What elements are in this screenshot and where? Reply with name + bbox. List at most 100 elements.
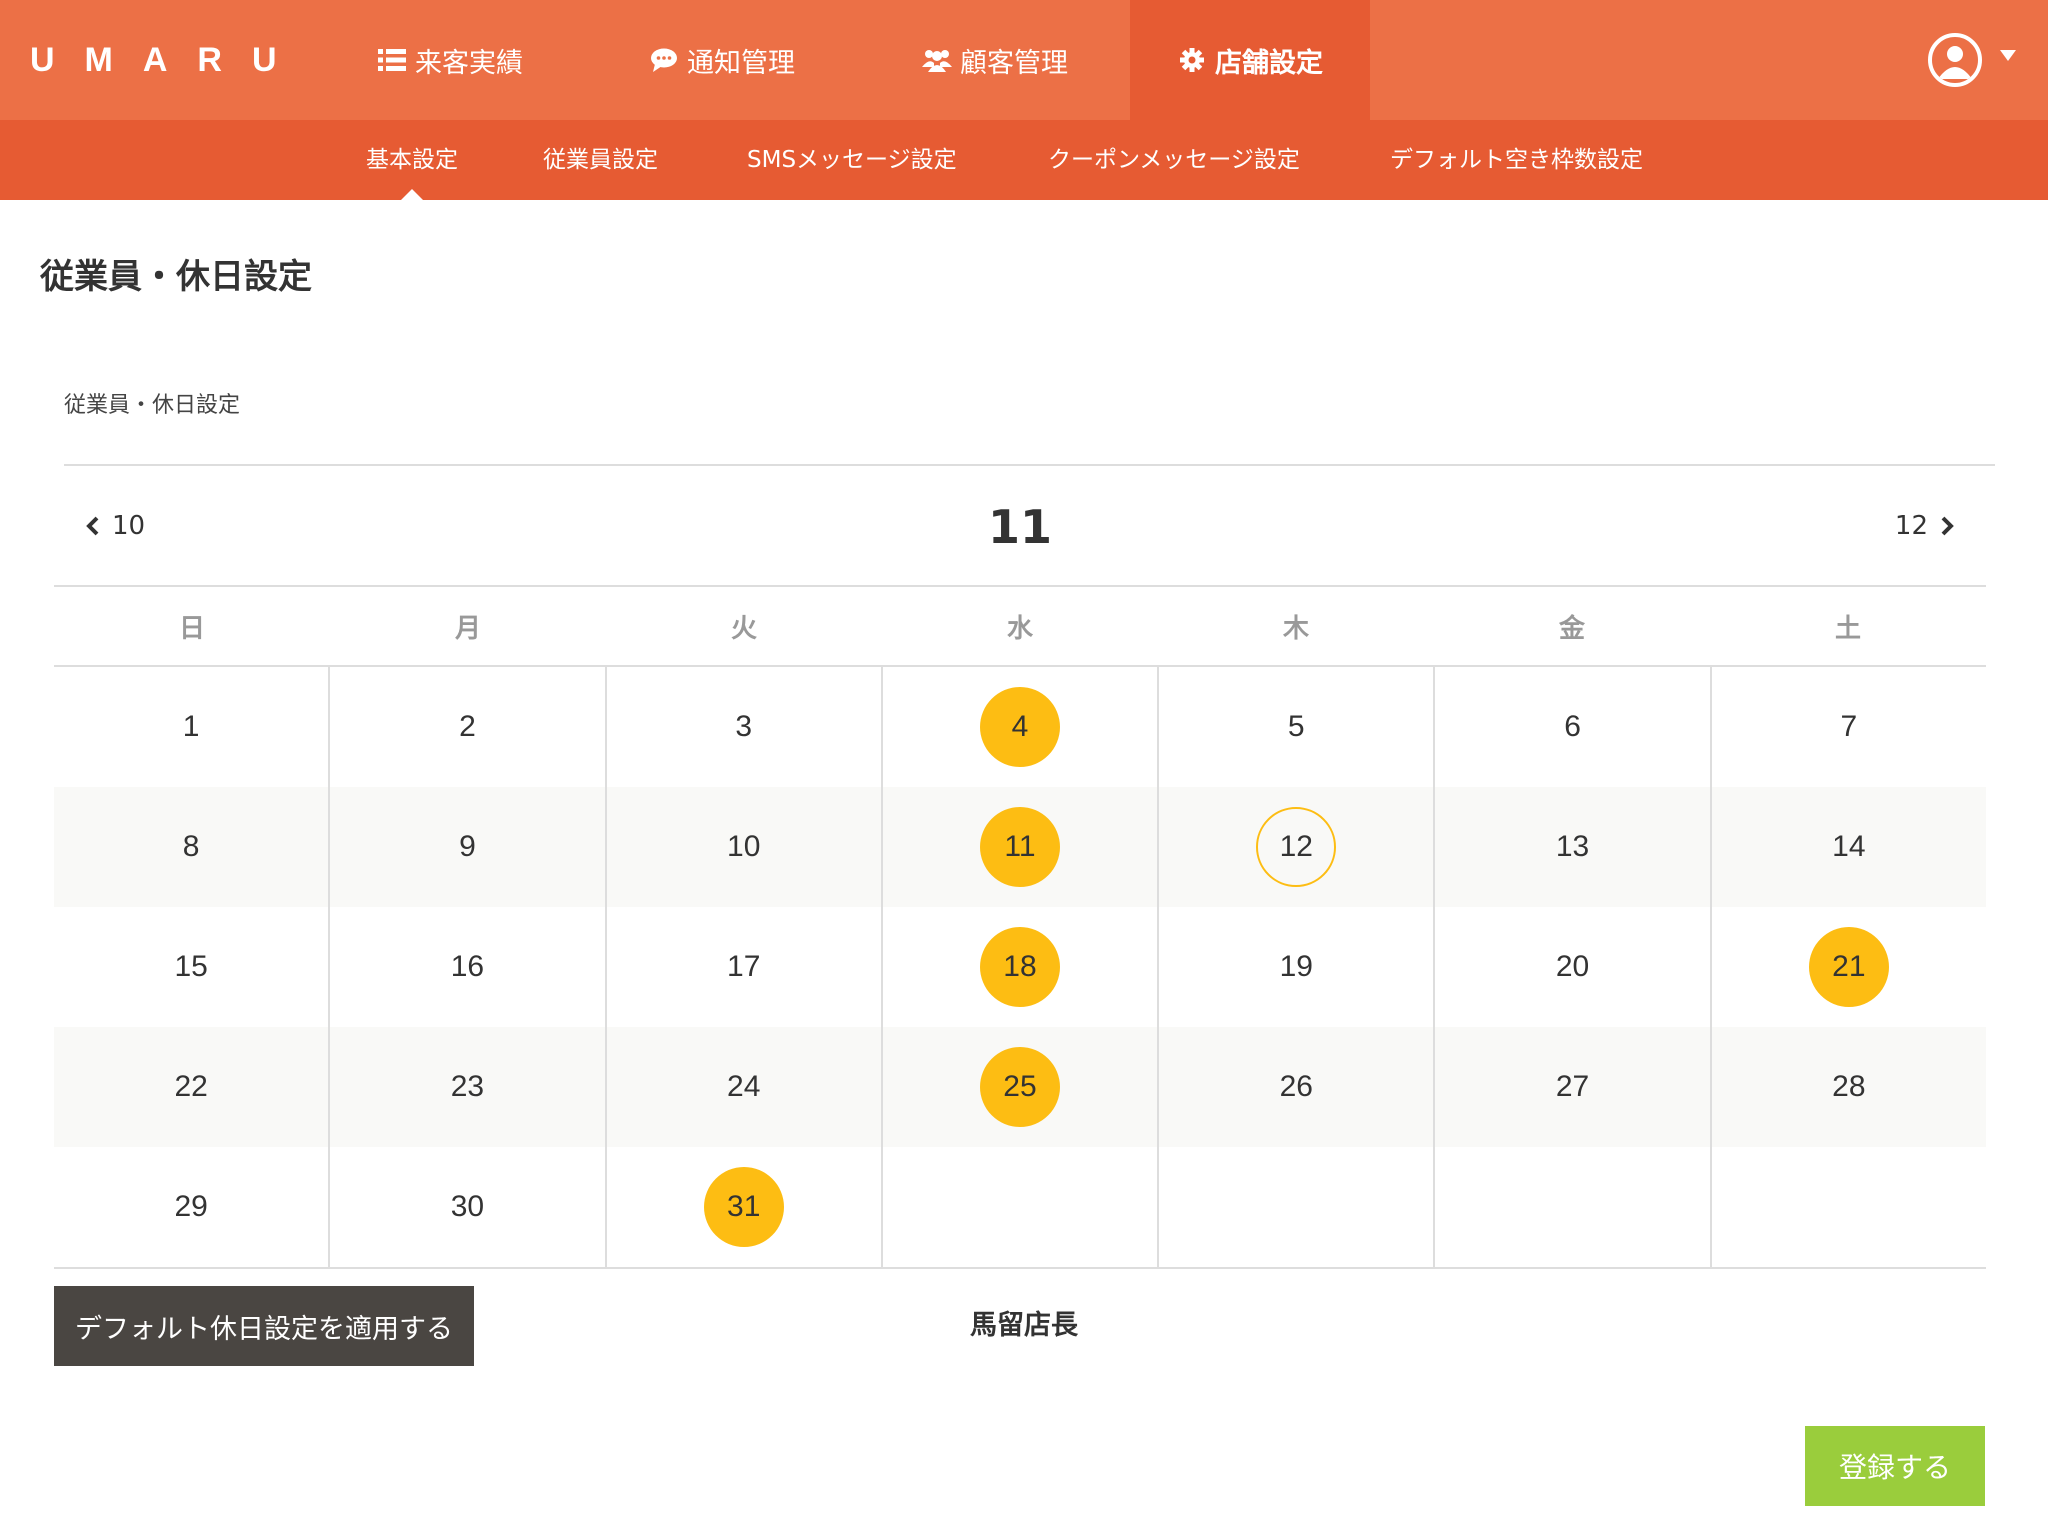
calendar-day-cell: [1157, 1147, 1433, 1267]
calendar-day-cell[interactable]: 11: [880, 787, 1157, 907]
calendar-day-cell[interactable]: 13: [1433, 787, 1709, 907]
apply-default-holidays-button[interactable]: デフォルト休日設定を適用する: [54, 1286, 474, 1366]
weekday-tue: 火: [730, 613, 757, 644]
calendar-day-cell[interactable]: 27: [1433, 1027, 1709, 1147]
day-number: 10: [727, 830, 761, 863]
page-title: 従業員・休日設定: [40, 257, 312, 297]
holiday-day-number: 31: [703, 1167, 784, 1247]
nav-item-visit-results[interactable]: 来客実績: [350, 0, 550, 120]
nav-item-label: 通知管理: [687, 47, 795, 79]
divider: [64, 464, 1995, 466]
weekday-wed: 水: [1006, 613, 1033, 644]
calendar-day-cell[interactable]: 5: [1157, 667, 1433, 787]
day-number: 3: [735, 710, 753, 743]
subnav-item-basic-settings[interactable]: 基本設定: [366, 120, 458, 200]
calendar-day-cell[interactable]: 17: [604, 907, 881, 1027]
calendar-day-cell[interactable]: 8: [54, 787, 328, 907]
holiday-calendar: 日 月 火 水 木 金 土 1 2 3 4 5 6 7 8 9 10 11 12 13 14 15 16 17 1…: [54, 585, 1986, 1269]
calendar-day-cell[interactable]: 28: [1709, 1027, 1986, 1147]
day-number: 7: [1840, 710, 1858, 743]
user-avatar-button[interactable]: [1928, 33, 1982, 87]
subnav-item-sms-settings[interactable]: SMSメッセージ設定: [747, 120, 957, 200]
chevron-right-icon: [1941, 516, 1954, 536]
holiday-day-number: 11: [979, 807, 1060, 887]
weekday-sat: 土: [1834, 613, 1861, 644]
nav-item-label: 来客実績: [415, 47, 523, 79]
calendar-day-cell[interactable]: 10: [604, 787, 881, 907]
calendar-day-cell: [880, 1147, 1157, 1267]
calendar-day-cell[interactable]: 7: [1709, 667, 1986, 787]
weekday-fri: 金: [1558, 613, 1585, 644]
calendar-day-cell[interactable]: 30: [328, 1147, 604, 1267]
calendar-day-cell[interactable]: 22: [54, 1027, 328, 1147]
calendar-day-cell[interactable]: 31: [604, 1147, 881, 1267]
day-number: 17: [727, 950, 761, 983]
day-number: 9: [459, 830, 476, 863]
calendar-day-cell[interactable]: 19: [1157, 907, 1433, 1027]
calendar-day-cell[interactable]: 24: [604, 1027, 881, 1147]
calendar-day-cell[interactable]: 20: [1433, 907, 1709, 1027]
current-month: 11: [987, 500, 1052, 554]
next-month-label: 12: [1894, 511, 1928, 541]
calendar-day-cell: [1433, 1147, 1709, 1267]
calendar-day-cell[interactable]: 18: [880, 907, 1157, 1027]
day-number: 2: [459, 710, 476, 743]
calendar-week-row: 15 16 17 18 19 20 21: [54, 907, 1986, 1027]
calendar-day-cell[interactable]: 3: [604, 667, 881, 787]
day-number: 28: [1832, 1070, 1866, 1103]
register-button[interactable]: 登録する: [1805, 1426, 1985, 1506]
next-month-link[interactable]: 12: [1895, 506, 1956, 546]
calendar-day-cell[interactable]: 9: [328, 787, 604, 907]
day-number: 5: [1287, 710, 1305, 743]
calendar-day-cell[interactable]: 21: [1709, 907, 1986, 1027]
caret-down-icon[interactable]: [2000, 50, 2016, 61]
gear-icon: [1177, 45, 1207, 75]
day-number: 24: [727, 1070, 761, 1103]
day-number: 20: [1555, 950, 1590, 983]
subnav-item-coupon-settings[interactable]: クーポンメッセージ設定: [1048, 120, 1300, 200]
calendar-day-cell[interactable]: 4: [880, 667, 1157, 787]
day-number: 12: [1256, 807, 1337, 887]
weekday-mon: 月: [454, 613, 481, 644]
brand-logo[interactable]: UMARU: [30, 40, 307, 80]
list-icon: [377, 45, 407, 75]
calendar-day-cell[interactable]: 15: [54, 907, 328, 1027]
calendar-day-cell[interactable]: 12: [1157, 787, 1433, 907]
day-number: 29: [174, 1190, 208, 1223]
calendar-day-cell[interactable]: 6: [1433, 667, 1709, 787]
calendar-day-cell[interactable]: 14: [1709, 787, 1986, 907]
calendar-day-cell[interactable]: 23: [328, 1027, 604, 1147]
day-number: 14: [1832, 830, 1866, 863]
day-number: 22: [174, 1070, 208, 1103]
user-circle-icon: [1938, 46, 1972, 79]
calendar-week-row: 22 23 24 25 26 27 28: [54, 1027, 1986, 1147]
calendar-week-row: 1 2 3 4 5 6 7: [54, 667, 1986, 787]
nav-item-store-settings[interactable]: 店舗設定: [1130, 0, 1370, 120]
users-icon: [922, 45, 952, 75]
day-number: 16: [450, 950, 485, 983]
calendar-day-cell[interactable]: 1: [54, 667, 328, 787]
calendar-day-cell[interactable]: 16: [328, 907, 604, 1027]
nav-item-customers[interactable]: 顧客管理: [895, 0, 1095, 120]
section-label: 従業員・休日設定: [64, 393, 241, 418]
day-number: 15: [174, 950, 208, 983]
calendar-week-row: 8 9 10 11 12 13 14: [54, 787, 1986, 907]
month-navigation: 10 11 12: [54, 468, 1986, 586]
day-number: 30: [450, 1190, 485, 1223]
calendar-day-cell[interactable]: 25: [880, 1027, 1157, 1147]
calendar-grid: 1 2 3 4 5 6 7 8 9 10 11 12 13 14 15 16 17 18 19 20 21 22 23 24 2…: [54, 667, 1986, 1269]
calendar-week-row: 29 30 31: [54, 1147, 1986, 1267]
calendar-day-cell[interactable]: 26: [1157, 1027, 1433, 1147]
calendar-day-cell: [1709, 1147, 1986, 1267]
subnav-item-default-slots[interactable]: デフォルト空き枠数設定: [1390, 120, 1643, 200]
calendar-day-cell[interactable]: 29: [54, 1147, 328, 1267]
holiday-day-number: 25: [979, 1047, 1060, 1127]
day-number: 19: [1279, 950, 1313, 983]
nav-item-notifications[interactable]: 通知管理: [622, 0, 822, 120]
calendar-day-cell[interactable]: 2: [328, 667, 604, 787]
subnav-item-staff-settings[interactable]: 従業員設定: [543, 120, 658, 200]
staff-name: 馬留店長: [970, 1310, 1078, 1341]
top-navbar: UMARU 来客実績 通知管理 顧客管理 店舗設定: [0, 0, 2048, 120]
day-number: 27: [1555, 1070, 1590, 1103]
holiday-day-number: 4: [979, 687, 1060, 767]
